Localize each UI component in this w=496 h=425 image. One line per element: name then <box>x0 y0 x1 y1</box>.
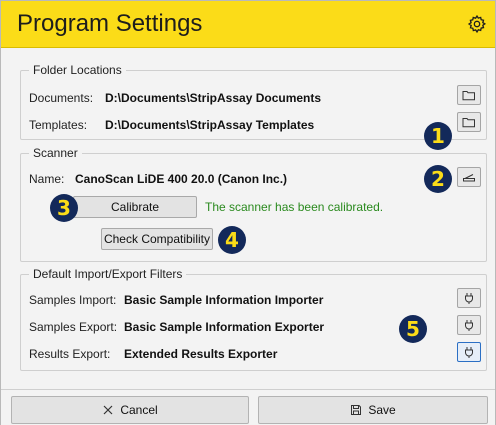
select-scanner-button[interactable] <box>457 167 481 187</box>
documents-path: D:\Documents\StripAssay Documents <box>105 91 322 105</box>
samples-import-plugin-button[interactable] <box>457 288 481 308</box>
folder-icon <box>462 91 475 101</box>
callout-badge-1: 1 <box>424 122 452 150</box>
folder-icon <box>462 118 475 128</box>
callout-badge-4: 4 <box>218 226 246 254</box>
plug-icon <box>465 320 473 331</box>
calibrate-button[interactable]: Calibrate <box>73 196 197 218</box>
calibration-status: The scanner has been calibrated. <box>205 200 384 214</box>
browse-documents-button[interactable] <box>457 85 481 105</box>
samples-export-plugin-button[interactable] <box>457 315 481 335</box>
results-export-value: Extended Results Exporter <box>124 347 278 361</box>
plug-icon <box>465 293 473 304</box>
close-icon <box>103 405 113 415</box>
save-label: Save <box>368 403 396 417</box>
samples-export-label: Samples Export: <box>29 320 118 334</box>
samples-import-label: Samples Import: <box>29 293 117 307</box>
page-title: Program Settings <box>17 10 203 37</box>
cancel-button[interactable]: Cancel <box>11 396 249 424</box>
footer-bar: Cancel Save <box>1 389 495 425</box>
header-bar: Program Settings <box>1 1 495 48</box>
results-export-plugin-button[interactable] <box>457 342 481 362</box>
cancel-label: Cancel <box>120 403 158 417</box>
samples-export-value: Basic Sample Information Exporter <box>124 320 325 334</box>
save-icon <box>351 405 362 415</box>
results-export-label: Results Export: <box>29 347 111 361</box>
check-compatibility-button[interactable]: Check Compatibility <box>101 228 213 250</box>
callout-badge-3: 3 <box>50 194 78 222</box>
scanner-name-label: Name: <box>29 172 65 186</box>
program-settings-window: Program Settings Folder Locations Docume… <box>0 0 496 425</box>
folder-locations-legend: Folder Locations <box>29 63 126 77</box>
gear-icon[interactable] <box>467 14 487 34</box>
browse-templates-button[interactable] <box>457 112 481 132</box>
save-button[interactable]: Save <box>258 396 488 424</box>
callout-badge-5: 5 <box>399 315 427 343</box>
scanner-icon <box>463 174 475 182</box>
templates-label: Templates: <box>29 118 88 132</box>
samples-import-value: Basic Sample Information Importer <box>124 293 324 307</box>
filters-legend: Default Import/Export Filters <box>29 267 187 281</box>
scanner-legend: Scanner <box>29 146 82 160</box>
callout-badge-2: 2 <box>424 165 452 193</box>
plug-icon <box>465 347 473 358</box>
templates-path: D:\Documents\StripAssay Templates <box>105 118 315 132</box>
documents-label: Documents: <box>29 91 94 105</box>
scanner-name-value: CanoScan LiDE 400 20.0 (Canon Inc.) <box>75 172 288 186</box>
